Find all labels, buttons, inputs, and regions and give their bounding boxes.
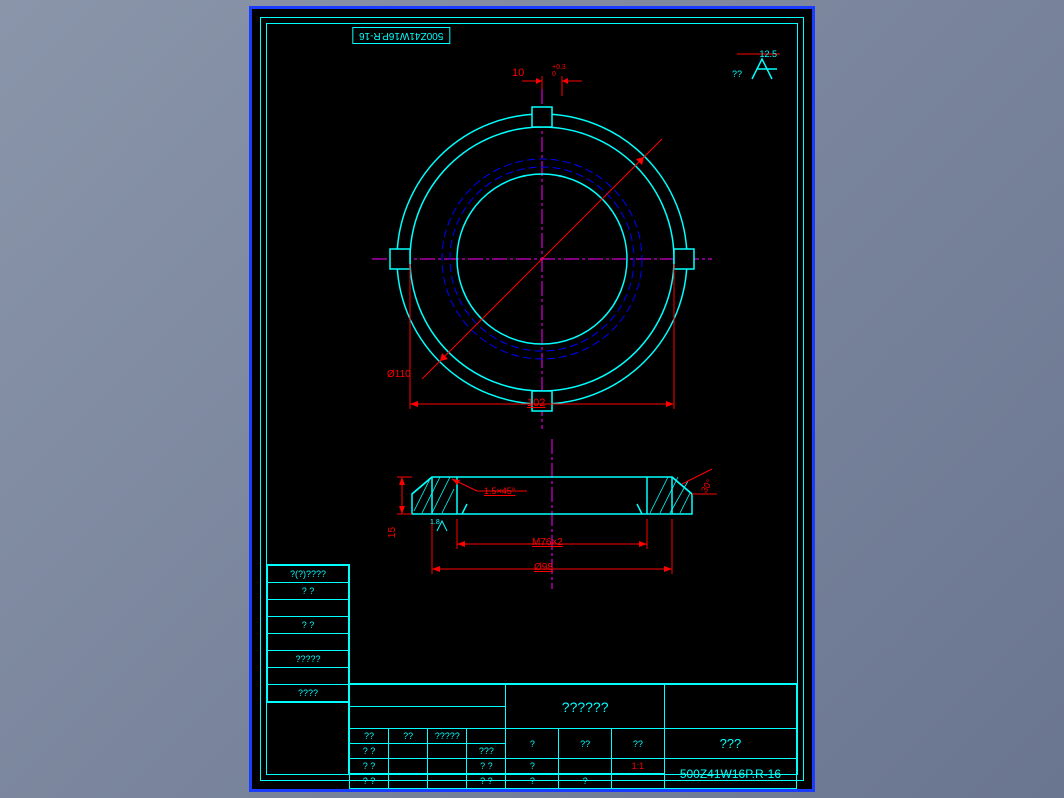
slot-width-value: 10	[512, 67, 524, 79]
part-number-text: 500Z41W16P.R-16	[664, 759, 796, 789]
tb-b1: ?	[506, 759, 559, 774]
title-text: ??????	[506, 685, 664, 729]
scale-text: 1:1	[612, 759, 665, 774]
tb-r3c1: ? ?	[350, 759, 389, 774]
slot-tolerance: +0.3 0	[552, 64, 566, 78]
revision-block: ?(?)???? ? ? ? ? ????? ????	[266, 564, 350, 703]
chamfer-label: 1.5×45°	[484, 486, 515, 496]
title-block: ?????? ????????? ????? ??? ? ???? ? ?? ?…	[348, 683, 798, 775]
tb-r4c1: ? ?	[350, 774, 389, 789]
tb-r1c3: ?????	[428, 729, 467, 744]
tb-b4: ?	[506, 774, 559, 789]
tb-r1c2: ??	[389, 729, 428, 744]
surf-small: 1.8	[430, 519, 440, 526]
thread-label: M76×2	[532, 537, 563, 548]
part-number-rotated: 500Z41W16P.R-16	[352, 27, 450, 44]
outer-dia-label: Ø110	[387, 369, 411, 380]
slot-dia-label: 102	[527, 397, 545, 409]
tb-m5: ??	[559, 729, 612, 759]
surface-other: ??	[732, 69, 742, 79]
inner-dia-label: Ø98	[534, 562, 553, 573]
top-view	[382, 99, 702, 419]
tb-m6: ??	[612, 729, 665, 759]
drawing-sheet: 500Z41W16P.R-16 12.5 ?? 10 +0.3 0 Ø110 1…	[249, 6, 815, 792]
tb-b5: ?	[559, 774, 612, 789]
tb-r1c1: ??	[350, 729, 389, 744]
tb-m1: ?	[506, 729, 559, 759]
tb-r2c1: ? ?	[350, 744, 389, 759]
rev-l4: ?????	[268, 651, 349, 668]
rev-l1: ?(?)????	[268, 566, 349, 583]
tb-r3c4: ? ?	[467, 759, 506, 774]
height-label: 15	[387, 527, 398, 538]
surface-value: 12.5	[759, 49, 777, 59]
tb-r2c4: ???	[467, 744, 506, 759]
rev-l2: ? ?	[268, 583, 349, 600]
company-text: ???	[664, 729, 796, 759]
rev-l3: ? ?	[268, 617, 349, 634]
tb-r4c4: ? ?	[467, 774, 506, 789]
rev-l5: ????	[268, 685, 349, 702]
